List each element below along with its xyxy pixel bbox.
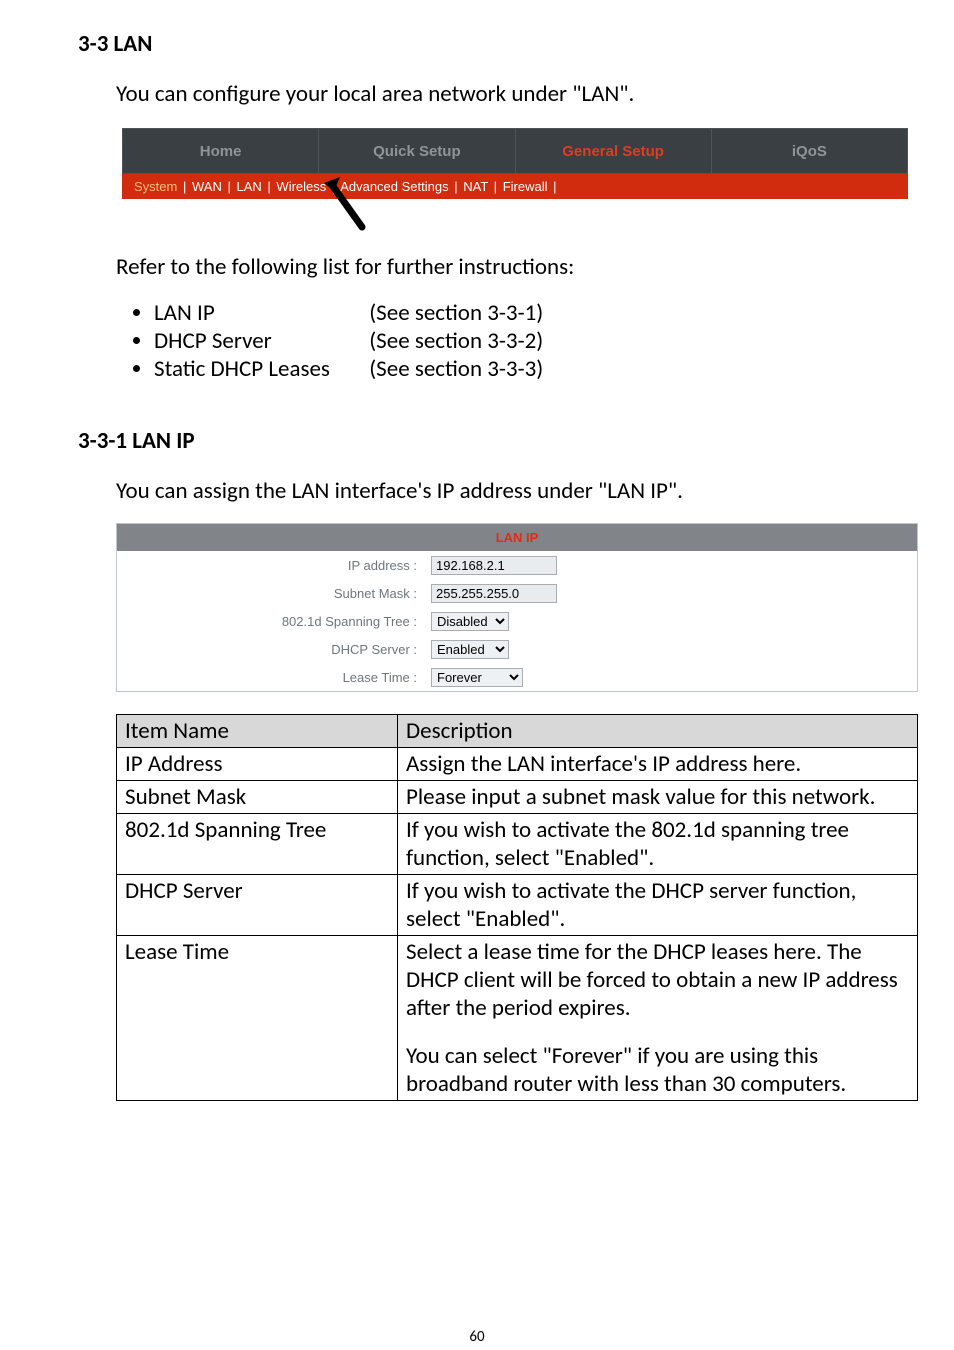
nav-sub-firewall[interactable]: Firewall: [503, 179, 548, 194]
nav-tab-home[interactable]: Home: [123, 129, 319, 173]
nav-screenshot: Home Quick Setup General Setup iQoS Syst…: [122, 128, 908, 231]
desc-item: Lease Time: [117, 936, 398, 1101]
list-item: LAN IP (See section 3-3-1): [154, 299, 876, 327]
lanip-row-dhcp: DHCP Server : Enabled: [117, 635, 917, 663]
list-item: DHCP Server (See section 3-3-2): [154, 327, 876, 355]
desc-item: IP Address: [117, 748, 398, 781]
nav-sub-wan[interactable]: WAN: [192, 179, 222, 194]
bullet-label: Static DHCP Leases: [154, 355, 364, 383]
nav-tab-iqos[interactable]: iQoS: [712, 129, 907, 173]
spanning-tree-select[interactable]: Disabled: [431, 612, 509, 631]
bullet-ref: (See section 3-3-3): [369, 355, 543, 383]
nav-sub-system[interactable]: System: [134, 179, 177, 194]
page-number: 60: [0, 1328, 954, 1346]
lanip-row-ip: IP address :: [117, 551, 917, 579]
desc-item: Subnet Mask: [117, 781, 398, 814]
lanip-ip-label: IP address :: [117, 558, 427, 573]
lanip-row-lease: Lease Time : Forever: [117, 663, 917, 691]
nav-submenu: System | WAN | LAN | Wireless | Advanced…: [122, 174, 908, 199]
lanip-panel-title: LAN IP: [117, 524, 917, 551]
desc-text: If you wish to activate the DHCP server …: [398, 875, 918, 936]
section-heading: 3-3 LAN: [78, 30, 876, 58]
lanip-spanning-label: 802.1d Spanning Tree :: [117, 614, 427, 629]
desc-item: DHCP Server: [117, 875, 398, 936]
bullet-label: LAN IP: [154, 299, 364, 327]
nav-sub-lan[interactable]: LAN: [236, 179, 261, 194]
desc-th-desc: Description: [398, 715, 918, 748]
subsection-heading: 3-3-1 LAN IP: [78, 427, 876, 455]
desc-text: Please input a subnet mask value for thi…: [398, 781, 918, 814]
nav-sub-nat[interactable]: NAT: [463, 179, 488, 194]
table-row: IP Address Assign the LAN interface's IP…: [117, 748, 918, 781]
section-bullet-list: LAN IP (See section 3-3-1) DHCP Server (…: [78, 299, 876, 383]
table-row: Subnet Mask Please input a subnet mask v…: [117, 781, 918, 814]
desc-text: Assign the LAN interface's IP address he…: [398, 748, 918, 781]
lanip-row-mask: Subnet Mask :: [117, 579, 917, 607]
nav-blank-area: [122, 199, 908, 231]
lanip-mask-label: Subnet Mask :: [117, 586, 427, 601]
nav-tab-row: Home Quick Setup General Setup iQoS: [122, 128, 908, 174]
lanip-lease-label: Lease Time :: [117, 670, 427, 685]
subnet-mask-input[interactable]: [431, 584, 557, 603]
dhcp-server-select[interactable]: Enabled: [431, 640, 509, 659]
refer-text: Refer to the following list for further …: [78, 253, 876, 281]
lease-desc-p1: Select a lease time for the DHCP leases …: [406, 938, 898, 1022]
desc-text: If you wish to activate the 802.1d spann…: [398, 814, 918, 875]
bullet-label: DHCP Server: [154, 327, 364, 355]
table-row: 802.1d Spanning Tree If you wish to acti…: [117, 814, 918, 875]
bullet-ref: (See section 3-3-2): [369, 327, 543, 355]
lanip-row-spanning: 802.1d Spanning Tree : Disabled: [117, 607, 917, 635]
nav-sub-wireless[interactable]: Wireless: [276, 179, 326, 194]
intro-text: You can configure your local area networ…: [78, 80, 876, 108]
lease-desc-p2: You can select "Forever" if you are usin…: [406, 1042, 846, 1098]
desc-th-item: Item Name: [117, 715, 398, 748]
ip-address-input[interactable]: [431, 556, 557, 575]
nav-sub-advanced[interactable]: Advanced Settings: [340, 179, 448, 194]
nav-tab-general-setup[interactable]: General Setup: [516, 129, 712, 173]
table-row: Lease Time Select a lease time for the D…: [117, 936, 918, 1101]
list-item: Static DHCP Leases (See section 3-3-3): [154, 355, 876, 383]
nav-tab-quick-setup[interactable]: Quick Setup: [319, 129, 515, 173]
subsection-intro: You can assign the LAN interface's IP ad…: [78, 477, 876, 505]
lanip-dhcp-label: DHCP Server :: [117, 642, 427, 657]
desc-text: Select a lease time for the DHCP leases …: [398, 936, 918, 1101]
bullet-ref: (See section 3-3-1): [369, 299, 543, 327]
lanip-settings-panel: LAN IP IP address : Subnet Mask : 802.1d…: [116, 523, 918, 692]
desc-item: 802.1d Spanning Tree: [117, 814, 398, 875]
table-row: DHCP Server If you wish to activate the …: [117, 875, 918, 936]
description-table: Item Name Description IP Address Assign …: [116, 714, 918, 1101]
lease-time-select[interactable]: Forever: [431, 668, 523, 687]
